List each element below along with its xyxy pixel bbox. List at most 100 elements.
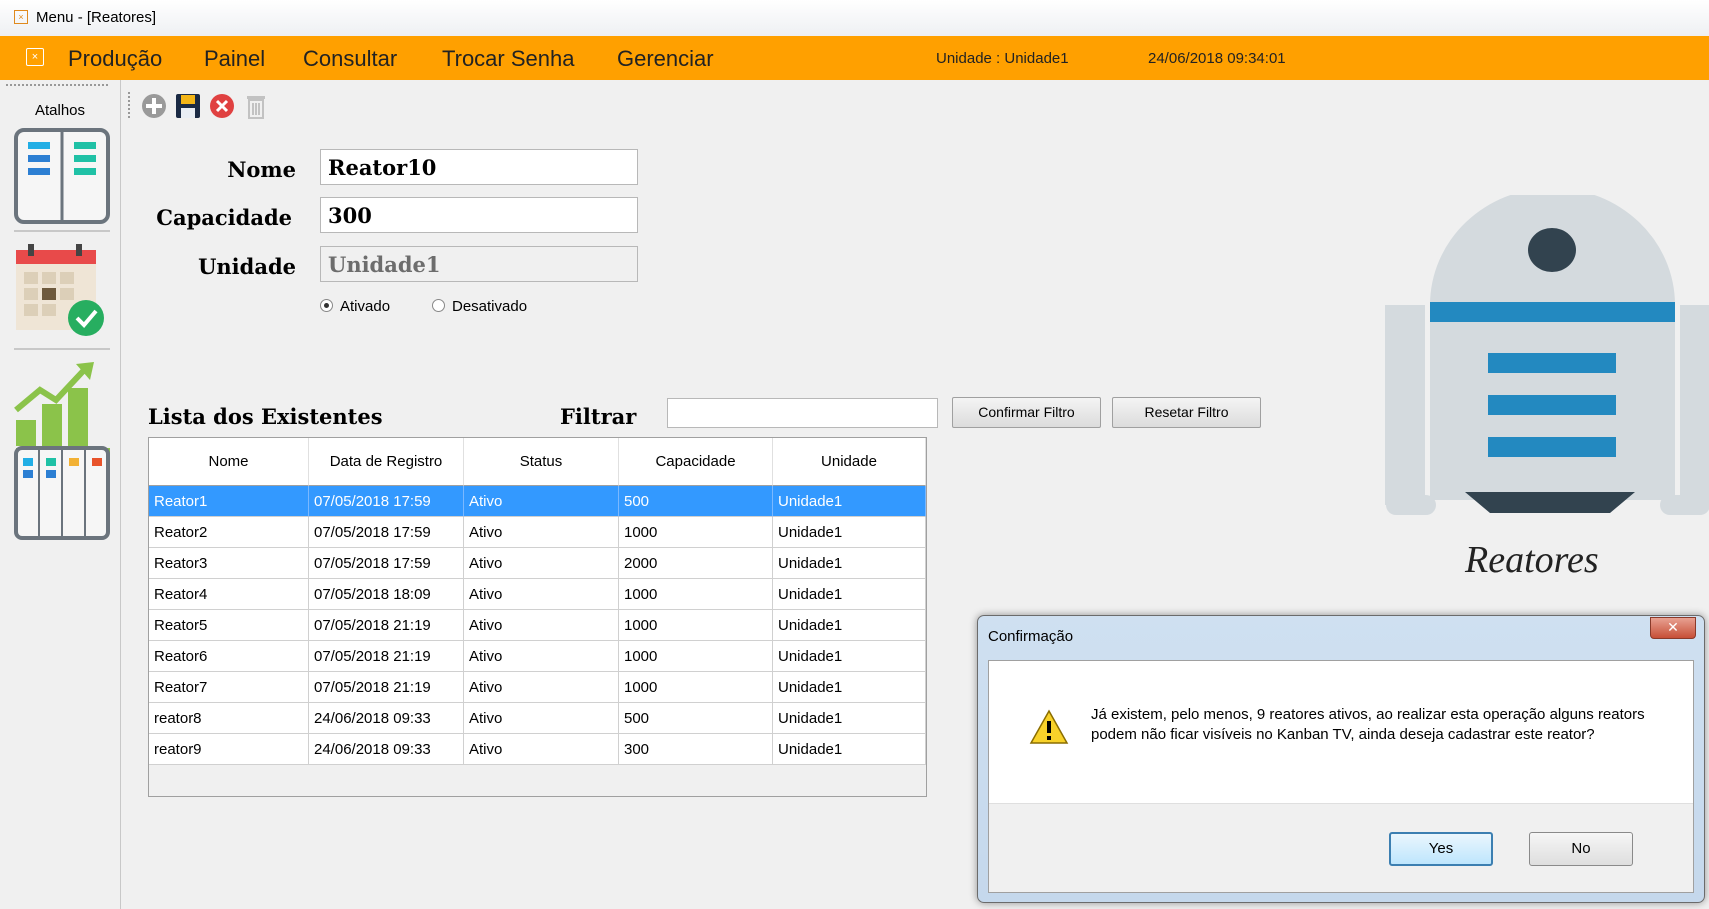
sidebar-separator	[14, 230, 110, 232]
table-row[interactable]: reator9 24/06/2018 09:33 Ativo 300 Unidade1	[149, 734, 926, 765]
dialog-body: Já existem, pelo menos, 9 reatores ativo…	[988, 660, 1694, 893]
cell-capacidade[interactable]: 1000	[619, 517, 773, 548]
reactors-table: Nome Data de Registro Status Capacidade …	[148, 437, 927, 797]
growth-chart-icon[interactable]	[14, 360, 110, 456]
cell-nome[interactable]: Reator5	[149, 610, 309, 641]
menu-producao[interactable]: Produção	[68, 46, 162, 72]
datetime-info: 24/06/2018 09:34:01	[1148, 50, 1286, 67]
nome-input[interactable]	[320, 149, 638, 185]
cell-status[interactable]: Ativo	[464, 641, 619, 672]
cell-unidade[interactable]: Unidade1	[773, 548, 926, 579]
cell-data[interactable]: 07/05/2018 17:59	[309, 517, 464, 548]
cell-capacidade[interactable]: 1000	[619, 579, 773, 610]
reset-filter-button[interactable]: Resetar Filtro	[1112, 397, 1261, 428]
dialog-message: Já existem, pelo menos, 9 reatores ativo…	[1091, 706, 1645, 743]
kanban-board-icon[interactable]	[14, 128, 110, 224]
cell-unidade[interactable]: Unidade1	[773, 703, 926, 734]
cell-data[interactable]: 24/06/2018 09:33	[309, 734, 464, 765]
cell-capacidade[interactable]: 300	[619, 734, 773, 765]
cell-nome[interactable]: Reator6	[149, 641, 309, 672]
menu-consultar[interactable]: Consultar	[303, 46, 397, 72]
table-row[interactable]: Reator5 07/05/2018 21:19 Ativo 1000 Unidade1	[149, 610, 926, 641]
dialog-close-button[interactable]: ✕	[1650, 617, 1696, 639]
capacidade-label: Capacidade	[156, 205, 292, 230]
cell-capacidade[interactable]: 1000	[619, 641, 773, 672]
sidebar-grip	[6, 84, 108, 86]
cell-status[interactable]: Ativo	[464, 517, 619, 548]
cell-nome[interactable]: Reator2	[149, 517, 309, 548]
list-title: Lista dos Existentes	[148, 404, 383, 429]
column-header-status[interactable]: Status	[464, 438, 619, 486]
cell-capacidade[interactable]: 1000	[619, 610, 773, 641]
cell-status[interactable]: Ativo	[464, 703, 619, 734]
cell-data[interactable]: 07/05/2018 21:19	[309, 610, 464, 641]
cell-data[interactable]: 24/06/2018 09:33	[309, 703, 464, 734]
cell-data[interactable]: 07/05/2018 18:09	[309, 579, 464, 610]
cell-nome[interactable]: Reator4	[149, 579, 309, 610]
cell-unidade[interactable]: Unidade1	[773, 486, 926, 517]
cell-status[interactable]: Ativo	[464, 579, 619, 610]
column-header-nome[interactable]: Nome	[149, 438, 309, 486]
menu-painel[interactable]: Painel	[204, 46, 265, 72]
cancel-icon[interactable]	[208, 92, 236, 120]
cell-status[interactable]: Ativo	[464, 734, 619, 765]
app-menu-icon[interactable]: ×	[26, 48, 44, 66]
no-button[interactable]: No	[1529, 832, 1633, 866]
cell-unidade[interactable]: Unidade1	[773, 672, 926, 703]
cell-unidade[interactable]: Unidade1	[773, 610, 926, 641]
cell-capacidade[interactable]: 500	[619, 703, 773, 734]
cell-status[interactable]: Ativo	[464, 610, 619, 641]
cell-capacidade[interactable]: 500	[619, 486, 773, 517]
column-header-unidade[interactable]: Unidade	[773, 438, 926, 486]
save-icon[interactable]	[174, 92, 202, 120]
delete-icon[interactable]	[242, 92, 270, 120]
cell-data[interactable]: 07/05/2018 17:59	[309, 486, 464, 517]
cell-nome[interactable]: Reator7	[149, 672, 309, 703]
status-desativado[interactable]: Desativado	[432, 298, 527, 315]
dialog-footer: Yes No	[989, 803, 1693, 892]
cell-unidade[interactable]: Unidade1	[773, 734, 926, 765]
dialog-title: Confirmação	[988, 628, 1074, 645]
window-titlebar: × Menu - [Reatores]	[0, 0, 1709, 36]
cell-unidade[interactable]: Unidade1	[773, 579, 926, 610]
table-row[interactable]: Reator7 07/05/2018 21:19 Ativo 1000 Unidade1	[149, 672, 926, 703]
yes-button[interactable]: Yes	[1389, 832, 1493, 866]
ativado-radio[interactable]	[320, 299, 333, 312]
cell-unidade[interactable]: Unidade1	[773, 641, 926, 672]
desativado-radio[interactable]	[432, 299, 445, 312]
cell-nome[interactable]: Reator3	[149, 548, 309, 579]
ativado-label: Ativado	[340, 298, 391, 315]
table-row[interactable]: Reator3 07/05/2018 17:59 Ativo 2000 Unidade1	[149, 548, 926, 579]
table-row[interactable]: Reator6 07/05/2018 21:19 Ativo 1000 Unidade1	[149, 641, 926, 672]
cell-data[interactable]: 07/05/2018 17:59	[309, 548, 464, 579]
table-row[interactable]: Reator2 07/05/2018 17:59 Ativo 1000 Unidade1	[149, 517, 926, 548]
menu-gerenciar[interactable]: Gerenciar	[617, 46, 714, 72]
column-header-capacidade[interactable]: Capacidade	[619, 438, 773, 486]
table-row[interactable]: Reator4 07/05/2018 18:09 Ativo 1000 Unidade1	[149, 579, 926, 610]
calendar-check-icon[interactable]	[14, 242, 110, 338]
filter-input[interactable]	[667, 398, 938, 428]
cell-nome[interactable]: Reator1	[149, 486, 309, 517]
column-header-data[interactable]: Data de Registro	[309, 438, 464, 486]
cell-status[interactable]: Ativo	[464, 548, 619, 579]
cell-nome[interactable]: reator8	[149, 703, 309, 734]
cell-data[interactable]: 07/05/2018 21:19	[309, 672, 464, 703]
table-row[interactable]: Reator1 07/05/2018 17:59 Ativo 500 Unidade1	[149, 486, 926, 517]
confirm-filter-button[interactable]: Confirmar Filtro	[952, 397, 1101, 428]
menu-trocar-senha[interactable]: Trocar Senha	[442, 46, 574, 72]
table-row[interactable]: reator8 24/06/2018 09:33 Ativo 500 Unidade1	[149, 703, 926, 734]
table-header: Nome Data de Registro Status Capacidade …	[149, 438, 926, 486]
sidebar-title: Atalhos	[34, 102, 86, 119]
cell-data[interactable]: 07/05/2018 21:19	[309, 641, 464, 672]
cell-capacidade[interactable]: 1000	[619, 672, 773, 703]
cell-unidade[interactable]: Unidade1	[773, 517, 926, 548]
cell-status[interactable]: Ativo	[464, 486, 619, 517]
task-board-icon[interactable]	[14, 446, 110, 542]
capacidade-input[interactable]	[320, 197, 638, 233]
cell-capacidade[interactable]: 2000	[619, 548, 773, 579]
add-icon[interactable]	[140, 92, 168, 120]
cell-nome[interactable]: reator9	[149, 734, 309, 765]
confirmation-dialog: Confirmação ✕ Já existem, pelo menos, 9 …	[977, 615, 1705, 903]
cell-status[interactable]: Ativo	[464, 672, 619, 703]
status-ativado[interactable]: Ativado	[320, 298, 390, 315]
